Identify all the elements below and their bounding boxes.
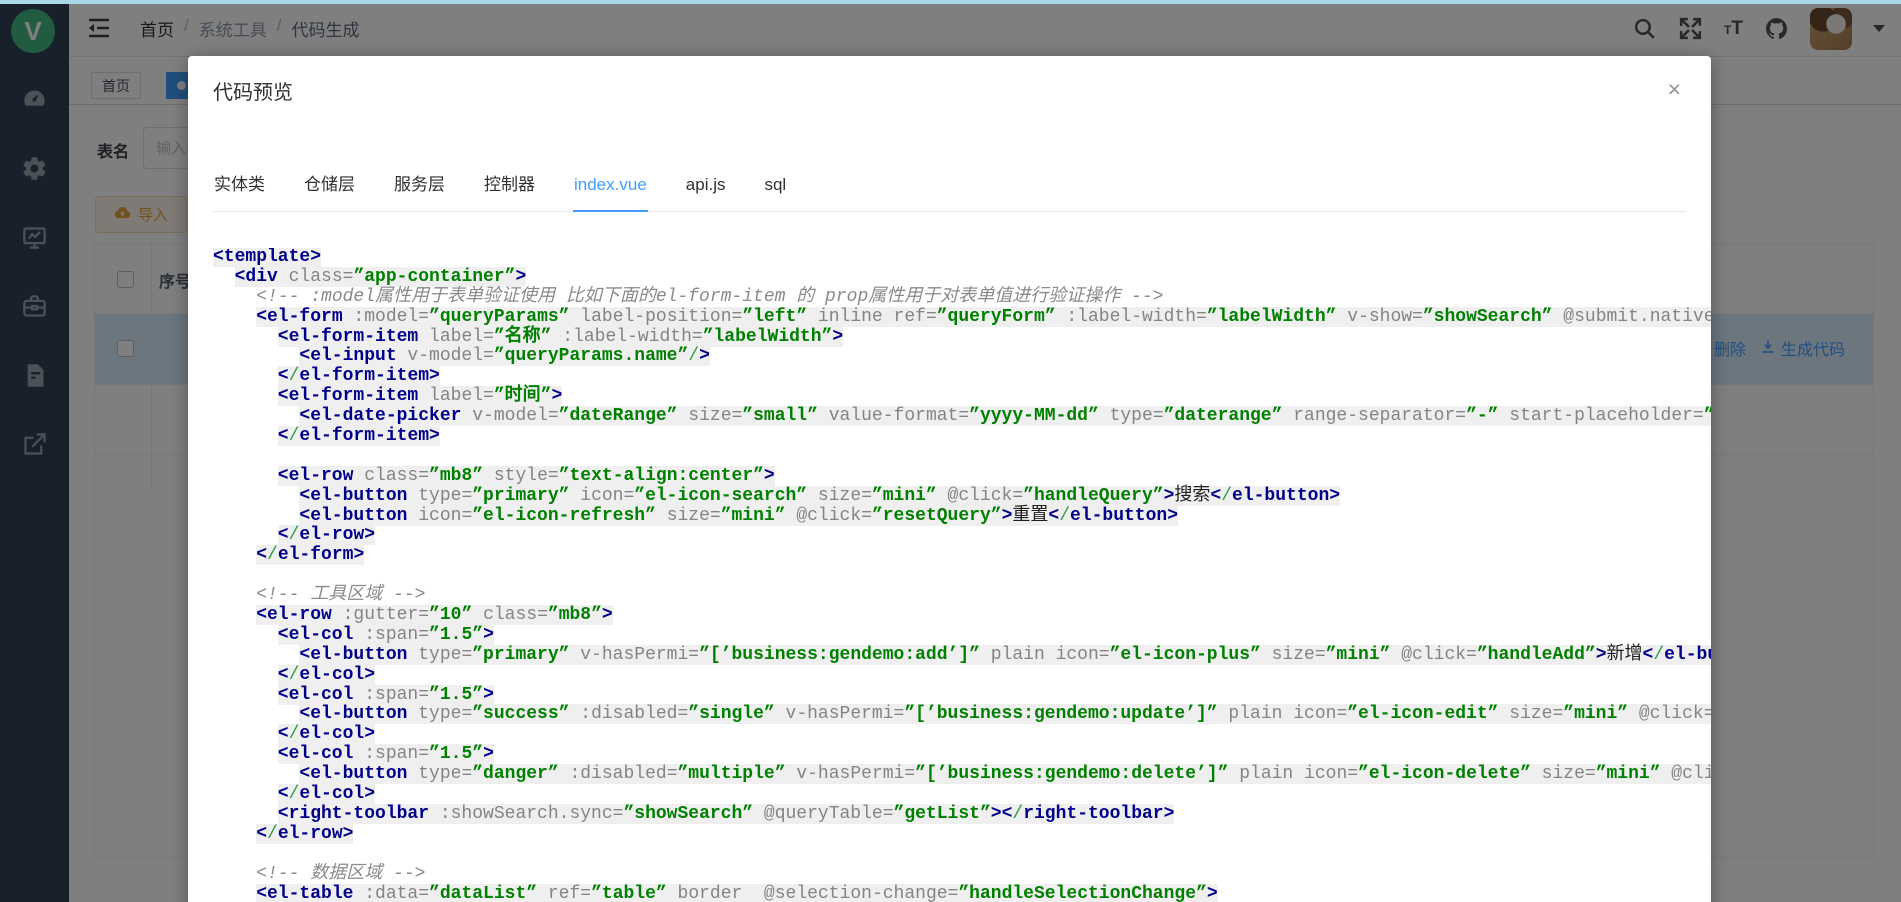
code-line: <!-- :model属性用于表单验证使用 比如下面的el-form-item … <box>213 288 1711 308</box>
code-line: <el-form-item label=”名称” :label-width=”l… <box>213 328 1711 348</box>
code-line: <el-button icon=”el-icon-refresh” size=”… <box>213 507 1711 527</box>
code-tabs: 实体类仓储层服务层控制器 index.vue api.js sql <box>213 170 1686 212</box>
code-line: <el-col :span=”1.5”> <box>213 626 1711 646</box>
code-line: <template> <box>213 248 1711 268</box>
dialog-title: 代码预览 <box>213 76 293 105</box>
code-tab-控制器[interactable]: 控制器 <box>483 170 536 210</box>
code-line: </el-form> <box>213 546 1711 566</box>
code-tab-实体类[interactable]: 实体类 <box>213 170 266 210</box>
code-line: </el-form-item> <box>213 427 1711 447</box>
code-line: <el-table :data=”dataList” ref=”table” b… <box>213 885 1711 902</box>
code-line: <el-button type=”danger” :disabled=”mult… <box>213 765 1711 785</box>
code-line: <el-date-picker v-model=”dateRange” size… <box>213 407 1711 427</box>
code-line: </el-col> <box>213 725 1711 745</box>
code-line: </el-row> <box>213 526 1711 546</box>
code-line: <!-- 数据区域 --> <box>213 865 1711 885</box>
code-tab-index.vue[interactable]: index.vue <box>573 175 648 212</box>
code-tab-服务层[interactable]: 服务层 <box>393 170 446 210</box>
code-tab-api.js[interactable]: api.js <box>685 175 727 210</box>
code-line <box>213 845 1711 865</box>
code-line: <el-button type=”primary” v-hasPermi=”[’… <box>213 646 1711 666</box>
code-line: </el-form-item> <box>213 367 1711 387</box>
code-line: <el-col :span=”1.5”> <box>213 686 1711 706</box>
code-line: </el-col> <box>213 666 1711 686</box>
code-line: </el-row> <box>213 825 1711 845</box>
code-line: <el-button type=”primary” icon=”el-icon-… <box>213 487 1711 507</box>
code-line: <right-toolbar :showSearch.sync=”showSea… <box>213 805 1711 825</box>
code-preview-dialog: 代码预览 × 实体类仓储层服务层控制器 index.vue api.js sql <t… <box>188 56 1711 902</box>
code-line: <el-form-item label=”时间”> <box>213 387 1711 407</box>
code-line <box>213 566 1711 586</box>
code-line: <el-row class=”mb8” style=”text-align:ce… <box>213 467 1711 487</box>
code-tab-sql[interactable]: sql <box>763 175 787 210</box>
code-line <box>213 447 1711 467</box>
code-line: </el-col> <box>213 785 1711 805</box>
code-tab-仓储层[interactable]: 仓储层 <box>303 170 356 210</box>
code-line: <el-button type=”success” :disabled=”sin… <box>213 705 1711 725</box>
progress-bar <box>0 0 1901 4</box>
code-line: <el-input v-model=”queryParams.name”/> <box>213 347 1711 367</box>
code-line: <!-- 工具区域 --> <box>213 586 1711 606</box>
close-icon[interactable]: × <box>1668 78 1681 101</box>
code-line: <el-row :gutter=”10” class=”mb8”> <box>213 606 1711 626</box>
code-viewer[interactable]: <template><div class=”app-container”><!-… <box>213 248 1711 902</box>
app-root: V 首页/系统工具/代码生成 TT 首页代码生成 表名 导入 <box>0 0 1901 902</box>
code-line: <el-form :model=”queryParams” label-posi… <box>213 308 1711 328</box>
code-line: <el-col :span=”1.5”> <box>213 745 1711 765</box>
code-line: <div class=”app-container”> <box>213 268 1711 288</box>
